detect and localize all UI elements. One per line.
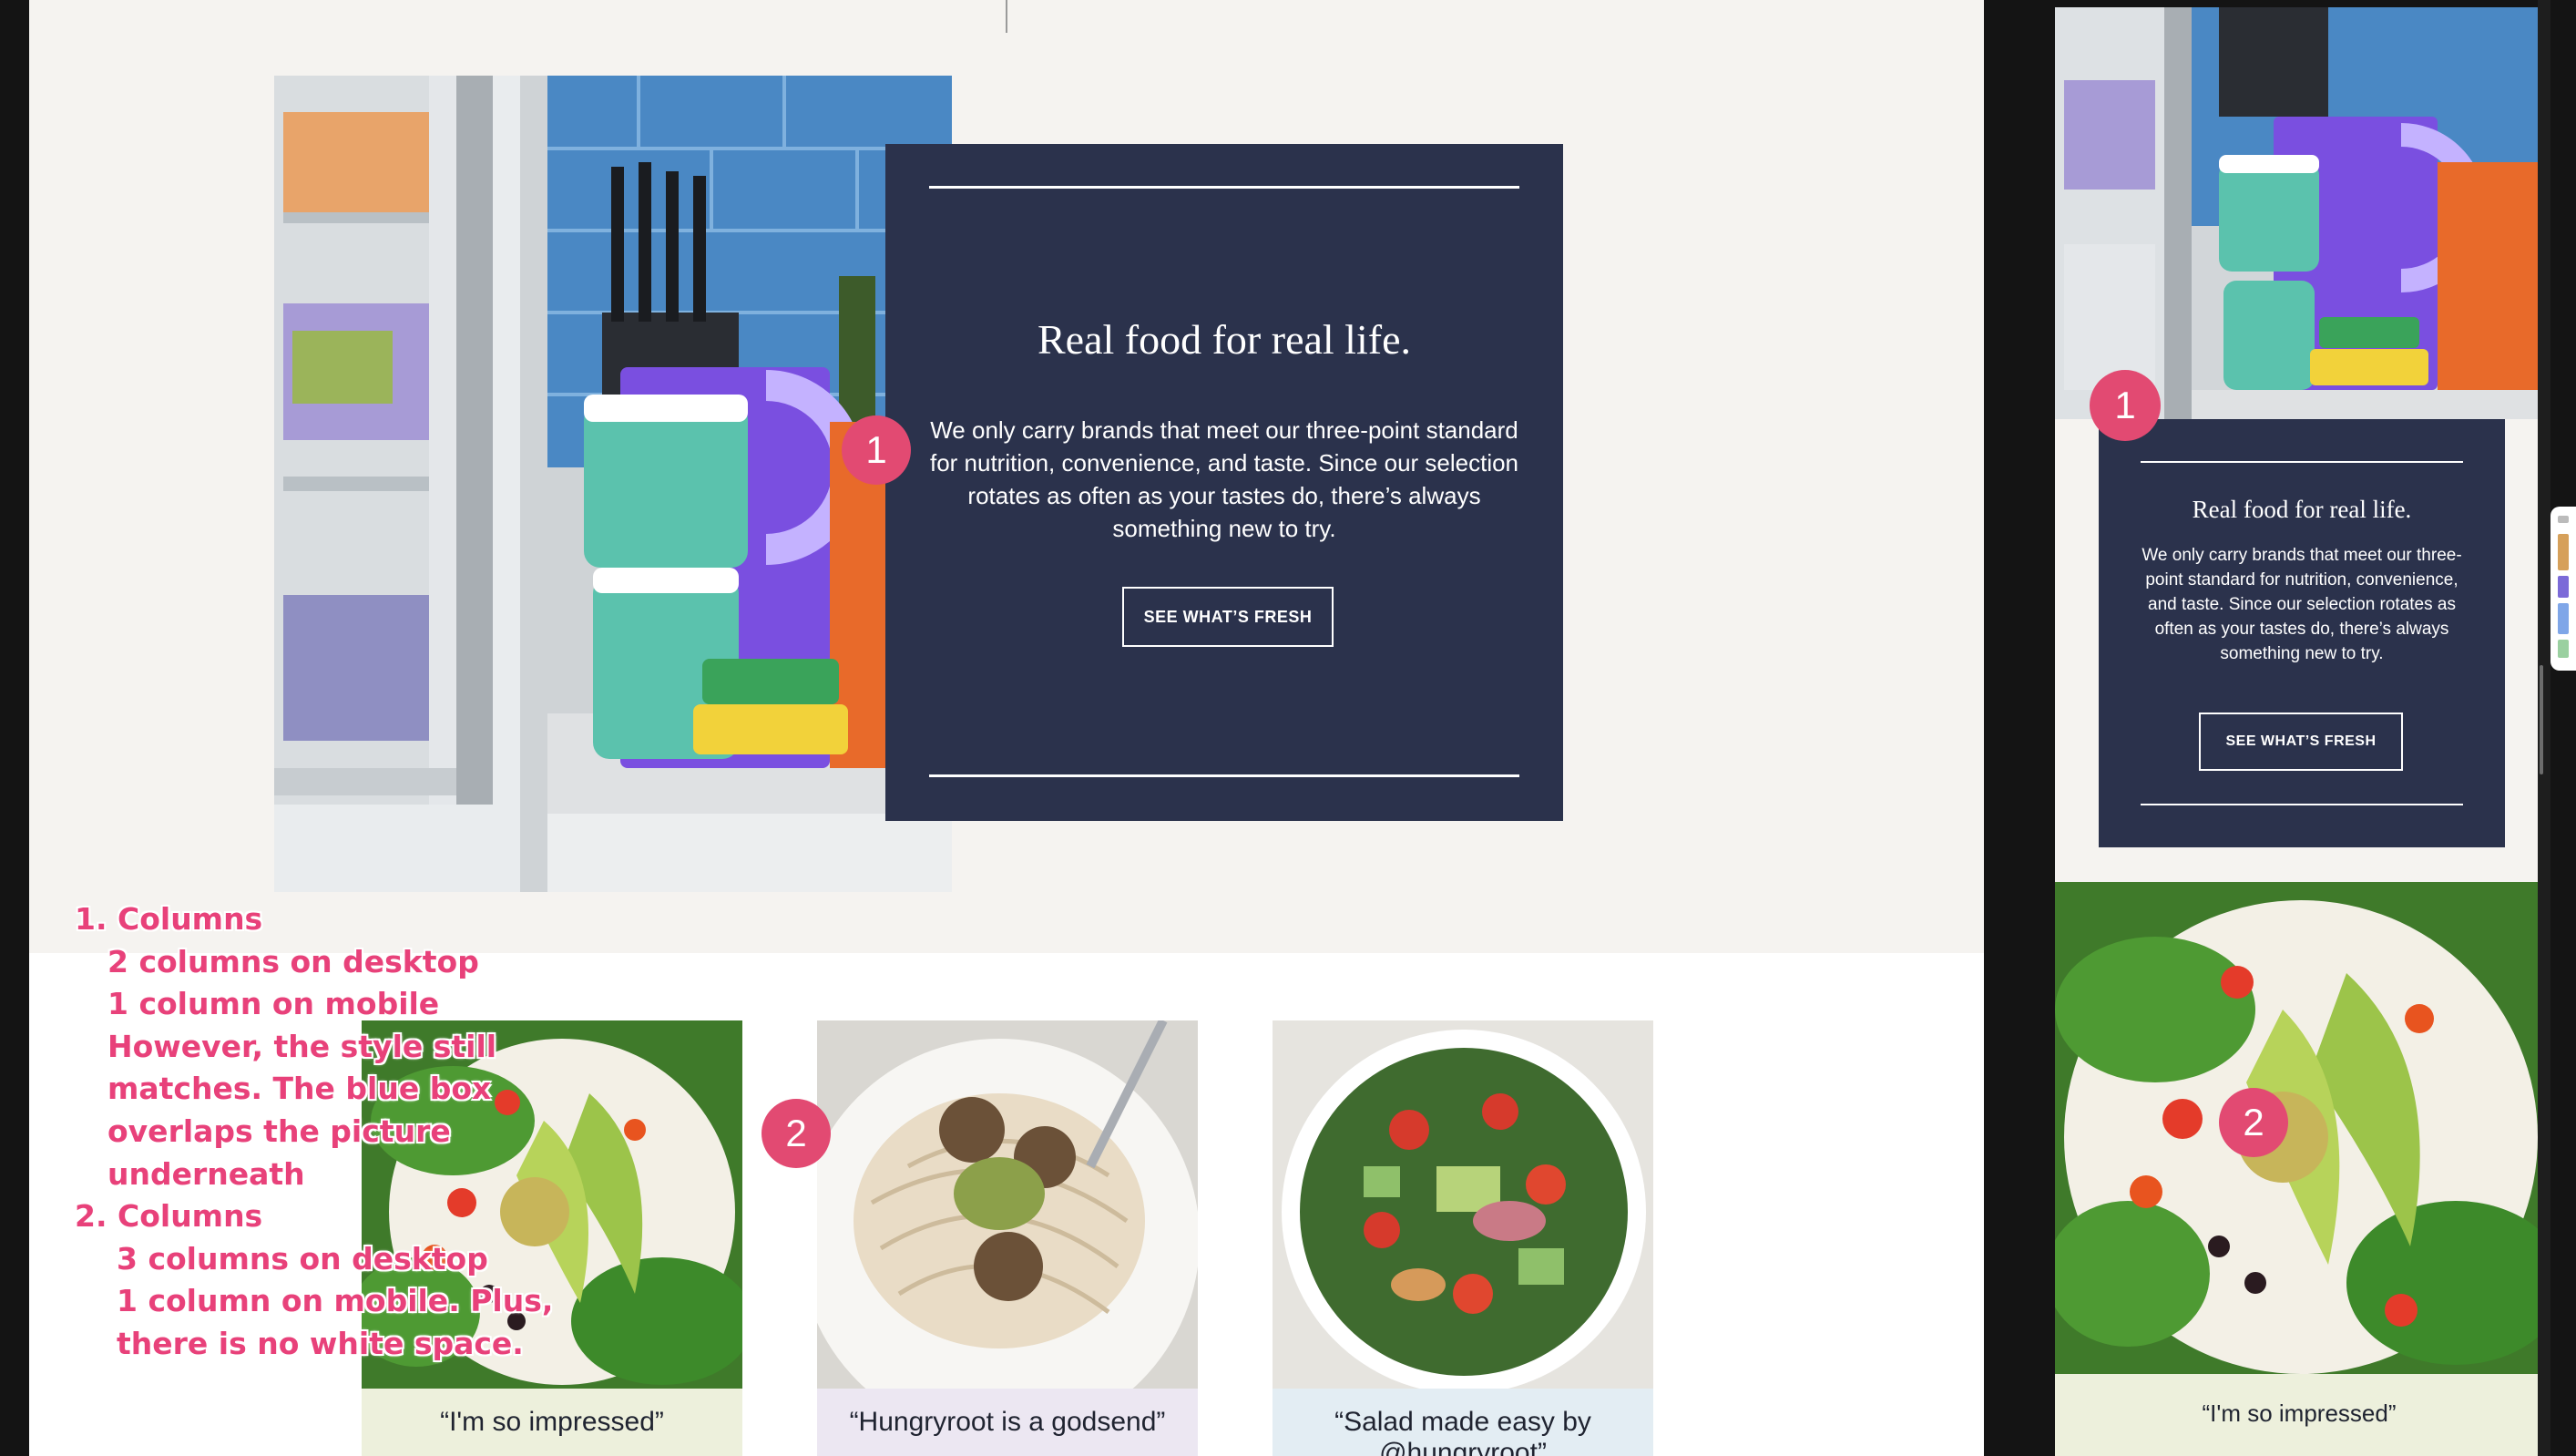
annotation-line: 2 columns on desktop	[107, 943, 479, 979]
testimonial-caption-2: “Hungryroot is a godsend”	[817, 1389, 1198, 1456]
floating-side-toolbar[interactable]	[2550, 507, 2576, 671]
mobile-annotation-badge-1: 1	[2090, 370, 2161, 441]
annotation-line: 3 columns on desktop	[117, 1240, 488, 1277]
mobile-hero-card-title: Real food for real life.	[2192, 496, 2412, 523]
hero-card: Real food for real life. We only carry b…	[885, 144, 1563, 821]
annotation-line: there is no white space.	[117, 1325, 524, 1361]
pasta-meatballs-photo	[817, 1020, 1198, 1389]
card-bottom-rule	[929, 774, 1519, 777]
toolbar-swatch-icon[interactable]	[2558, 640, 2569, 658]
annotation-badge-2: 2	[762, 1099, 831, 1168]
card-top-rule	[929, 186, 1519, 189]
mobile-hero-card: Real food for real life. We only carry b…	[2099, 419, 2505, 847]
hero-card-title: Real food for real life.	[1038, 316, 1411, 363]
mobile-see-whats-fresh-button[interactable]: SEE WHAT’S FRESH	[2199, 713, 2403, 771]
annotation-notes: 1. Columns 2 columns on desktop 1 column…	[75, 898, 585, 1366]
annotation-line: However, the style still	[107, 1028, 497, 1064]
toolbar-swatch-icon[interactable]	[2558, 576, 2569, 598]
mobile-scrollbar-thumb[interactable]	[2540, 665, 2543, 774]
mobile-preview: Real food for real life. We only carry b…	[2055, 7, 2543, 1456]
annotation-line: 2. Columns	[75, 1198, 263, 1235]
testimonial-tile-3[interactable]: “Salad made easy by @hungryroot”	[1273, 1020, 1653, 1456]
mobile-hero-pantry-photo	[2055, 7, 2543, 419]
desktop-preview: Real food for real life. We only carry b…	[29, 0, 1984, 1456]
card-top-rule	[2141, 461, 2463, 463]
annotation-line: 1 column on mobile. Plus,	[117, 1283, 554, 1319]
annotation-line: 1 column on mobile	[107, 986, 440, 1022]
annotation-line: overlaps the picture	[107, 1113, 451, 1149]
card-bottom-rule	[2141, 804, 2463, 805]
mobile-salad-avocado-photo	[2055, 882, 2543, 1374]
toolbar-swatch-icon[interactable]	[2558, 534, 2569, 570]
testimonial-caption-3: “Salad made easy by @hungryroot”	[1273, 1389, 1653, 1456]
toolbar-handle-icon[interactable]	[2558, 516, 2569, 523]
annotation-line: underneath	[107, 1155, 305, 1192]
toolbar-swatch-icon[interactable]	[2558, 603, 2569, 634]
mobile-testimonial-caption: “I'm so impressed”	[2055, 1374, 2543, 1456]
annotation-line: matches. The blue box	[107, 1071, 492, 1107]
chopped-salad-photo	[1273, 1020, 1653, 1389]
testimonial-tile-2[interactable]: “Hungryroot is a godsend”	[817, 1020, 1198, 1456]
hero-card-body: We only carry brands that meet our three…	[929, 416, 1519, 542]
hero-pantry-photo	[274, 76, 952, 892]
testimonial-caption-1: “I'm so impressed”	[362, 1389, 742, 1456]
mobile-hero-card-body: We only carry brands that meet our three…	[2142, 546, 2462, 663]
text-cursor-marker	[1006, 0, 1007, 33]
mobile-testimonial-tile[interactable]: “I'm so impressed”	[2055, 882, 2543, 1456]
see-whats-fresh-button[interactable]: SEE WHAT’S FRESH	[1122, 587, 1334, 647]
annotation-line: 1. Columns	[75, 901, 263, 937]
annotation-badge-1: 1	[842, 415, 911, 485]
mobile-annotation-badge-2: 2	[2219, 1088, 2288, 1157]
